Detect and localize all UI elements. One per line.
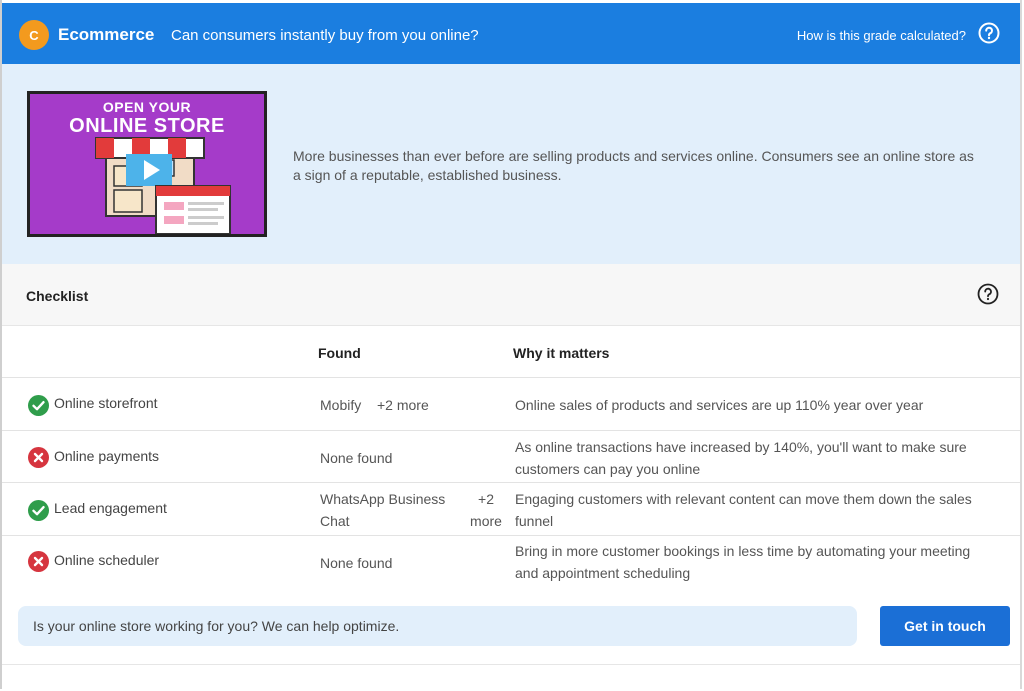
intro-panel: OPEN YOUR ONLINE STORE More businesses t… — [2, 64, 1020, 264]
divider — [2, 664, 1020, 665]
item-why: Bring in more customer bookings in less … — [515, 543, 971, 581]
get-in-touch-button[interactable]: Get in touch — [880, 606, 1010, 646]
column-header-found: Found — [318, 345, 361, 361]
checklist-header: Checklist — [2, 264, 1020, 326]
item-more-link[interactable]: +2 more — [466, 488, 506, 532]
item-found: WhatsApp Business Chat — [320, 491, 446, 529]
item-name: Online scheduler — [54, 552, 160, 568]
item-name: Online payments — [54, 448, 160, 464]
item-more-link[interactable]: +2 more — [377, 394, 429, 416]
help-icon[interactable] — [977, 283, 999, 305]
section-question: Can consumers instantly buy from you onl… — [171, 27, 479, 44]
item-why: Engaging customers with relevant content… — [515, 491, 972, 529]
item-why: Online sales of products and services ar… — [515, 397, 924, 413]
item-found: None found — [320, 450, 393, 466]
check-circle-icon — [28, 500, 49, 521]
grade-calculation-link[interactable]: How is this grade calculated? — [797, 28, 966, 43]
checklist-title: Checklist — [26, 288, 89, 304]
checklist-row: Online payments None found As online tra… — [2, 430, 1020, 482]
cta-text: Is your online store working for you? We… — [33, 618, 400, 634]
x-circle-icon — [28, 447, 49, 468]
item-found: Mobify — [320, 397, 362, 413]
checklist-row: Lead engagement WhatsApp Business Chat +… — [2, 482, 1020, 535]
check-circle-icon — [28, 395, 49, 416]
intro-description: More businesses than ever before are sel… — [293, 148, 974, 183]
item-why: As online transactions have increased by… — [515, 439, 967, 477]
video-thumbnail[interactable]: OPEN YOUR ONLINE STORE — [27, 91, 267, 237]
item-found: None found — [320, 555, 393, 571]
help-icon[interactable] — [978, 22, 1000, 44]
item-name: Lead engagement — [54, 500, 167, 516]
column-header-why: Why it matters — [513, 345, 610, 361]
section-title: Ecommerce — [58, 25, 155, 44]
store-illustration — [95, 137, 231, 234]
x-circle-icon — [28, 551, 49, 572]
section-header: C Ecommerce Can consumers instantly buy … — [2, 3, 1020, 64]
cta-banner: Is your online store working for you? We… — [18, 606, 857, 646]
checklist-row: Online storefront Mobify +2 more Online … — [2, 377, 1020, 430]
item-name: Online storefront — [54, 395, 158, 411]
checklist-row: Online scheduler None found Bring in mor… — [2, 535, 1020, 595]
grade-badge: C — [19, 20, 49, 50]
